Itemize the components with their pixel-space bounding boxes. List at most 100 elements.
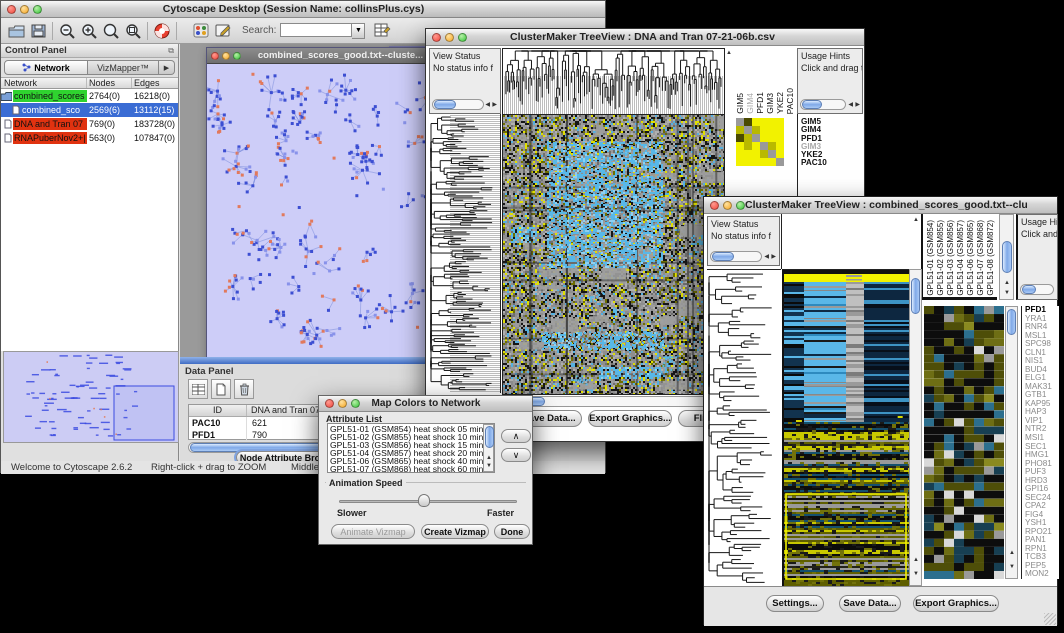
scroll-right-icon[interactable]: ▶ bbox=[771, 254, 776, 260]
scrollbar-thumb[interactable] bbox=[911, 278, 920, 314]
matrix-cell[interactable] bbox=[776, 134, 784, 142]
float-panel-icon[interactable]: ⧉ bbox=[168, 46, 174, 56]
annotation-icon[interactable] bbox=[212, 21, 234, 40]
scroll-right-icon[interactable]: ▶ bbox=[492, 102, 497, 108]
tv2-collabel-vscrollbar[interactable]: ▲ ▼ bbox=[999, 214, 1014, 300]
heatmap-column-label[interactable]: GPL51-08 (GSM872) bbox=[986, 220, 995, 296]
tv2-zoom-vscrollbar[interactable]: ▲ ▼ bbox=[1005, 306, 1018, 579]
scrollbar-thumb[interactable] bbox=[1002, 241, 1012, 273]
scroll-up-icon[interactable]: ▲ bbox=[486, 455, 492, 461]
matrix-cell[interactable] bbox=[736, 150, 744, 158]
close-icon[interactable] bbox=[7, 5, 16, 14]
matrix-cell[interactable] bbox=[752, 126, 760, 134]
scrollbar-thumb[interactable] bbox=[802, 100, 822, 109]
matrix-cell[interactable] bbox=[760, 158, 768, 166]
select-attributes-icon[interactable] bbox=[188, 379, 208, 399]
heatmap-column-label[interactable]: GIM3 bbox=[766, 93, 775, 114]
minimize-icon[interactable] bbox=[445, 33, 454, 42]
tv2-settings-button[interactable]: Settings... bbox=[766, 595, 824, 612]
minimize-icon[interactable] bbox=[222, 52, 230, 60]
matrix-cell[interactable] bbox=[752, 150, 760, 158]
help-ring-icon[interactable] bbox=[151, 21, 173, 40]
tv2-column-tree-area[interactable] bbox=[781, 214, 918, 269]
close-icon[interactable] bbox=[710, 201, 719, 210]
matrix-cell[interactable] bbox=[760, 142, 768, 150]
usage-hints-hscrollbar[interactable] bbox=[1020, 284, 1054, 295]
close-icon[interactable] bbox=[211, 52, 219, 60]
tv1-column-dendrogram-canvas[interactable] bbox=[502, 48, 725, 116]
heatmap-column-label[interactable]: PAC10 bbox=[786, 88, 794, 114]
matrix-cell[interactable] bbox=[768, 150, 776, 158]
matrix-cell[interactable] bbox=[768, 126, 776, 134]
treeview2-titlebar[interactable]: ClusterMaker TreeView : combined_scores_… bbox=[704, 197, 1057, 214]
minimize-icon[interactable] bbox=[723, 201, 732, 210]
matrix-cell[interactable] bbox=[776, 126, 784, 134]
minimize-icon[interactable] bbox=[20, 5, 29, 14]
tab-vizmapper[interactable]: VizMapper™ bbox=[88, 60, 159, 75]
network-overview-canvas[interactable] bbox=[3, 351, 179, 443]
zoom-window-icon[interactable] bbox=[33, 5, 42, 14]
matrix-cell[interactable] bbox=[776, 158, 784, 166]
attribute-item[interactable]: GPL51-07 (GSM868) heat shock 60 min bbox=[330, 465, 482, 473]
tv2-row-dendrogram-canvas[interactable] bbox=[707, 269, 781, 587]
zoom-window-icon[interactable] bbox=[458, 33, 467, 42]
attribute-table-icon[interactable] bbox=[371, 21, 393, 40]
heatmap-column-label[interactable]: GIM5 bbox=[736, 93, 745, 114]
zoom-window-icon[interactable] bbox=[736, 201, 745, 210]
tv1-row-dendrogram-canvas[interactable] bbox=[429, 114, 501, 393]
heatmap-column-label[interactable]: GPL51-07 (GSM868) bbox=[976, 220, 985, 296]
scrollbar-thumb[interactable] bbox=[712, 252, 734, 261]
view-status-hscrollbar[interactable] bbox=[432, 99, 484, 110]
matrix-cell[interactable] bbox=[736, 142, 744, 150]
open-folder-icon[interactable] bbox=[5, 21, 27, 40]
tv2-gene-list[interactable]: PFD1YRA1RNR4MSL1SPC98CLN1NIS1BUD4ELG1MAK… bbox=[1021, 306, 1059, 579]
table-row[interactable]: combined_scores2764(0)16218(0) bbox=[1, 89, 178, 103]
delete-attribute-trash-icon[interactable] bbox=[234, 379, 254, 399]
matrix-cell[interactable] bbox=[768, 118, 776, 126]
zoom-fit-icon[interactable] bbox=[100, 21, 122, 40]
animate-vizmap-button[interactable]: Animate Vizmap bbox=[331, 524, 415, 539]
tv2-heatmap-canvas[interactable] bbox=[782, 269, 909, 587]
search-dropdown-icon[interactable]: ▼ bbox=[352, 23, 365, 39]
matrix-cell[interactable] bbox=[736, 118, 744, 126]
column-header-id[interactable]: ID bbox=[189, 405, 247, 416]
matrix-cell[interactable] bbox=[760, 118, 768, 126]
move-up-button[interactable]: ∧ bbox=[501, 429, 531, 443]
main-titlebar[interactable]: Cytoscape Desktop (Session Name: collins… bbox=[1, 1, 605, 18]
matrix-cell[interactable] bbox=[744, 142, 752, 150]
zoom-window-icon[interactable] bbox=[351, 399, 360, 408]
matrix-cell[interactable] bbox=[736, 134, 744, 142]
done-button[interactable]: Done bbox=[494, 524, 530, 539]
attribute-list-vscrollbar[interactable]: ▲ ▼ bbox=[483, 424, 494, 472]
treeview1-titlebar[interactable]: ClusterMaker TreeView : DNA and Tran 07-… bbox=[426, 29, 864, 46]
matrix-cell[interactable] bbox=[752, 142, 760, 150]
heatmap-column-label[interactable]: GPL51-02 (GSM855) bbox=[936, 220, 945, 296]
save-icon[interactable] bbox=[27, 21, 49, 40]
heatmap-column-label[interactable]: GPL51-06 (GSM865) bbox=[966, 220, 975, 296]
scroll-up-icon[interactable]: ▲ bbox=[1009, 550, 1015, 556]
scroll-up-icon[interactable]: ▲ bbox=[726, 50, 732, 56]
tv1-zoom-matrix[interactable] bbox=[736, 118, 784, 166]
matrix-cell[interactable] bbox=[752, 158, 760, 166]
tab-overflow-arrow[interactable]: ▶ bbox=[159, 60, 175, 75]
matrix-cell[interactable] bbox=[744, 134, 752, 142]
heatmap-row-label[interactable]: PAC10 bbox=[801, 159, 863, 167]
tv2-zoom-heatmap-canvas[interactable] bbox=[924, 306, 1004, 579]
gene-label[interactable]: MON2 bbox=[1025, 570, 1059, 579]
matrix-cell[interactable] bbox=[768, 134, 776, 142]
tv2-save-data-button[interactable]: Save Data... bbox=[839, 595, 901, 612]
zoom-in-icon[interactable] bbox=[78, 21, 100, 40]
create-vizmap-button[interactable]: Create Vizmap bbox=[421, 524, 489, 539]
matrix-cell[interactable] bbox=[760, 126, 768, 134]
matrix-cell[interactable] bbox=[752, 118, 760, 126]
tv1-export-graphics-button[interactable]: Export Graphics... bbox=[588, 410, 672, 427]
network-canvas[interactable] bbox=[207, 64, 440, 360]
dialog-titlebar[interactable]: Map Colors to Network bbox=[319, 396, 532, 412]
scroll-down-icon[interactable]: ▼ bbox=[486, 463, 492, 469]
matrix-cell[interactable] bbox=[744, 126, 752, 134]
matrix-cell[interactable] bbox=[752, 134, 760, 142]
window-controls[interactable] bbox=[7, 5, 42, 14]
minimize-icon[interactable] bbox=[338, 399, 347, 408]
heatmap-column-label[interactable]: GIM4 bbox=[746, 93, 755, 114]
scroll-right-icon[interactable]: ▶ bbox=[855, 102, 860, 108]
